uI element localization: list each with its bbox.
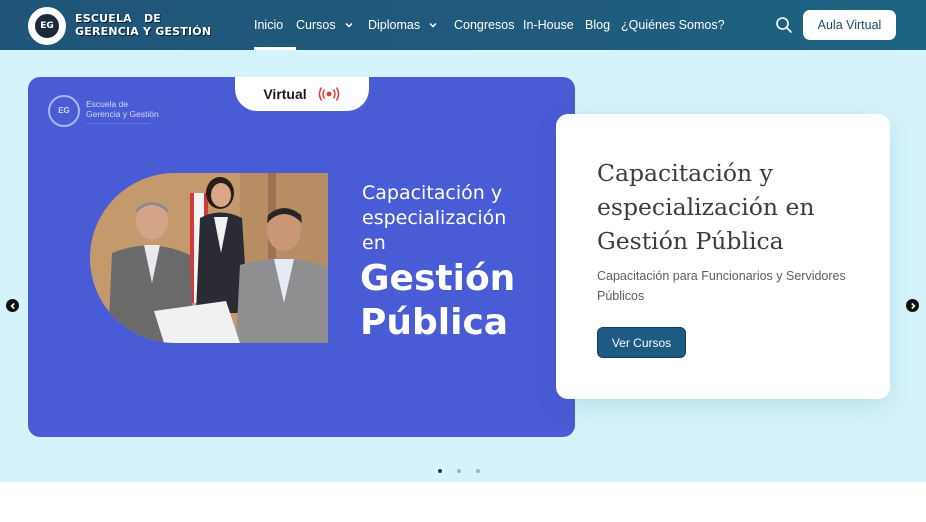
banner-logo: EG Escuela de Gerencia y Gestión ———————… (48, 95, 178, 127)
nav-cursos[interactable]: Cursos (296, 0, 368, 50)
banner-heading-small: Capacitación y especialización en (362, 182, 507, 254)
carousel-next-button[interactable] (906, 299, 919, 312)
nav-congresos[interactable]: Congresos (454, 0, 523, 50)
logo-seal-text: EG (40, 21, 54, 31)
banner-logo-line-2: Gerencia y Gestión (86, 109, 159, 119)
carousel-dot[interactable] (438, 469, 442, 473)
virtual-badge: Virtual (235, 77, 369, 111)
nav-in-house[interactable]: In-House (523, 0, 585, 50)
chevron-down-icon (429, 22, 437, 28)
banner-logo-tagline: ———————————————— (86, 120, 150, 125)
nav-cursos-label: Cursos (296, 18, 336, 32)
course-banner: EG Escuela de Gerencia y Gestión ———————… (28, 77, 575, 437)
site-logo[interactable]: EG ESCUELA DE GERENCIA Y GESTIÓN (28, 6, 211, 45)
carousel-prev-button[interactable] (6, 299, 19, 312)
main-nav: Inicio Cursos Diplomas Congresos In-Hous… (254, 0, 725, 50)
slide-info-card: Capacitación y especialización en Gestió… (556, 114, 890, 399)
nav-quienes-somos-label: ¿Quiénes Somos? (621, 18, 725, 32)
nav-diplomas-label: Diplomas (368, 18, 421, 32)
logo-seal: EG (28, 7, 66, 45)
nav-diplomas[interactable]: Diplomas (368, 0, 454, 50)
carousel-dot[interactable] (476, 469, 480, 473)
broadcast-icon (318, 87, 339, 101)
top-navbar: EG ESCUELA DE GERENCIA Y GESTIÓN Inicio … (0, 0, 926, 50)
nav-blog[interactable]: Blog (585, 0, 621, 50)
nav-inicio[interactable]: Inicio (254, 0, 296, 50)
nav-inicio-label: Inicio (254, 18, 284, 32)
business-meeting-photo (90, 173, 328, 343)
logo-wordmark: ESCUELA DE GERENCIA Y GESTIÓN (75, 12, 211, 38)
nav-in-house-label: In-House (523, 18, 574, 32)
chevron-left-icon (9, 302, 15, 309)
ver-cursos-button[interactable]: Ver Cursos (597, 327, 686, 358)
nav-blog-label: Blog (585, 18, 611, 32)
chevron-right-icon (910, 302, 916, 309)
banner-heading-big: Gestión Pública (360, 258, 516, 343)
hero-carousel: EG Escuela de Gerencia y Gestión ———————… (0, 50, 926, 482)
banner-logo-seal-text: EG (58, 106, 70, 115)
aula-virtual-button[interactable]: Aula Virtual (803, 10, 896, 40)
logo-line-2: GERENCIA Y GESTIÓN (75, 25, 212, 38)
nav-congresos-label: Congresos (454, 18, 515, 32)
nav-quienes-somos[interactable]: ¿Quiénes Somos? (621, 0, 725, 50)
carousel-dot[interactable] (457, 469, 461, 473)
banner-logo-seal: EG (48, 95, 80, 127)
virtual-label: Virtual (263, 86, 307, 102)
banner-logo-text: Escuela de Gerencia y Gestión (86, 99, 159, 119)
carousel-dots (438, 469, 495, 473)
slide-title: Capacitación y especialización en Gestió… (597, 159, 815, 255)
chevron-down-icon (345, 22, 353, 28)
search-icon[interactable] (775, 16, 793, 34)
banner-logo-line-1: Escuela de (86, 99, 129, 109)
slide-subtitle: Capacitación para Funcionarios y Servido… (597, 269, 846, 303)
logo-line-1: ESCUELA DE (75, 12, 162, 25)
